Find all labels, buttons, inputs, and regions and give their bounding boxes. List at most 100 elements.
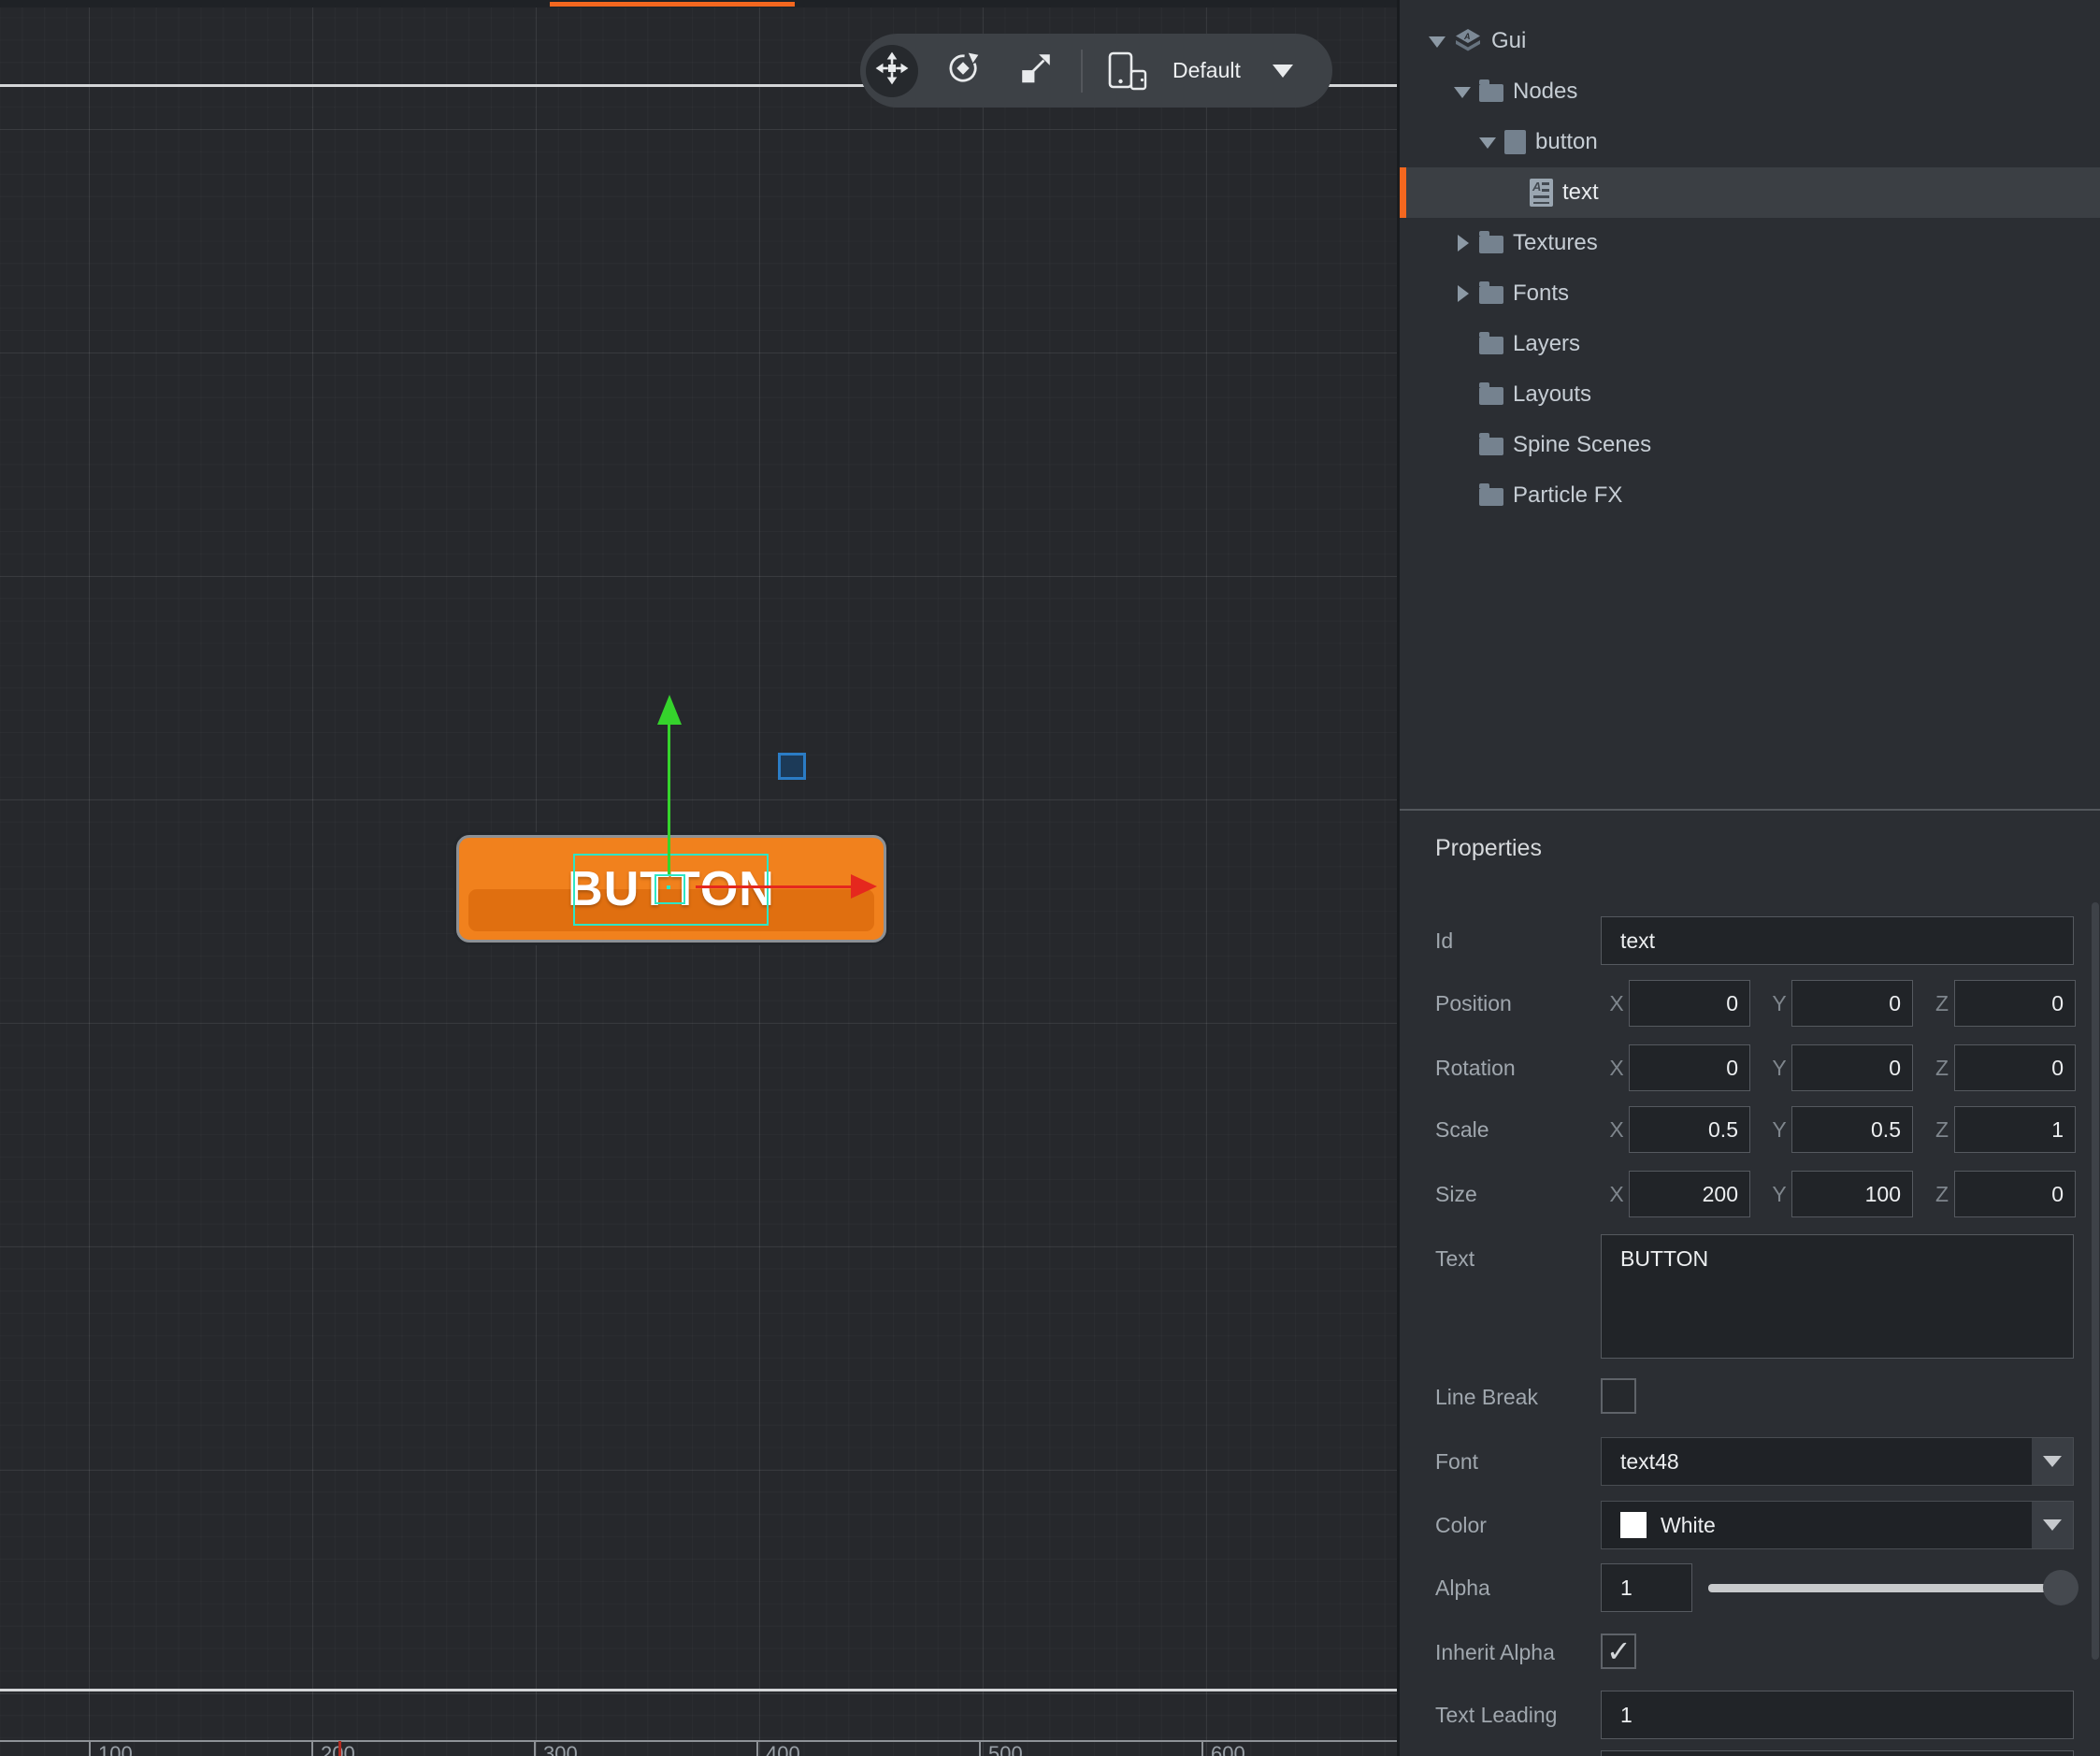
text-leading-input[interactable] <box>1601 1691 2074 1739</box>
rotation-label: Rotation <box>1435 1044 1516 1092</box>
axis-y-label: Y <box>1771 1056 1788 1081</box>
axis-z-label: Z <box>1934 1182 1950 1207</box>
ruler-tick <box>89 1741 91 1756</box>
alpha-slider-handle[interactable] <box>2043 1570 2078 1605</box>
outline-item-label: Layouts <box>1513 381 1591 408</box>
outline-item-button[interactable]: button <box>1400 117 2100 167</box>
size-y-input[interactable] <box>1791 1171 1913 1217</box>
outline-item-layers[interactable]: Layers <box>1400 319 2100 369</box>
layout-dropdown-caret[interactable] <box>1273 65 1293 78</box>
position-y-input[interactable] <box>1791 980 1913 1027</box>
expander-right-icon[interactable] <box>1453 233 1472 253</box>
outline-item-particle-fx[interactable]: Particle FX <box>1400 470 2100 521</box>
scale-tool-button[interactable] <box>1010 45 1062 97</box>
size-x-input[interactable] <box>1629 1171 1750 1217</box>
dropdown-arrow-button[interactable] <box>2032 1502 2073 1548</box>
ruler-label: 500 <box>988 1742 1023 1756</box>
line-break-checkbox[interactable] <box>1601 1378 1636 1414</box>
dropdown-arrow-button[interactable] <box>2032 1438 2073 1485</box>
outline-item-label: button <box>1535 129 1598 155</box>
rotation-x-input[interactable] <box>1629 1044 1750 1091</box>
move-gizmo-x-arrowhead[interactable] <box>851 874 877 899</box>
gui-bounds-bottom-line <box>0 1689 1400 1691</box>
color-dropdown[interactable]: White <box>1601 1501 2074 1549</box>
expander-right-icon[interactable] <box>1453 283 1472 304</box>
scale-label: Scale <box>1435 1105 1489 1154</box>
outline-item-layouts[interactable]: Layouts <box>1400 369 2100 420</box>
expander-down-icon[interactable] <box>1478 132 1497 152</box>
viewport-toolbar: Default <box>860 34 1332 108</box>
outline-item-label: Layers <box>1513 331 1580 357</box>
alpha-label: Alpha <box>1435 1563 1490 1612</box>
toolbar-divider <box>1081 50 1083 93</box>
panel-section-divider <box>1400 809 2100 811</box>
color-swatch <box>1620 1512 1647 1538</box>
move-icon <box>874 50 910 91</box>
font-dropdown-value: text48 <box>1620 1449 1679 1475</box>
outline-item-fonts[interactable]: Fonts <box>1400 268 2100 319</box>
rotate-icon <box>945 50 981 91</box>
font-dropdown[interactable]: text48 <box>1601 1437 2074 1486</box>
rotation-z-input[interactable] <box>1954 1044 2076 1091</box>
scale-x-input[interactable] <box>1629 1106 1750 1153</box>
property-row-color: Color White <box>1400 1501 2100 1549</box>
inherit-alpha-checkbox[interactable] <box>1601 1634 1636 1669</box>
ruler-tick <box>1201 1741 1203 1756</box>
ruler-tick <box>534 1741 536 1756</box>
right-panel: A Gui Nodes button text <box>1400 0 2100 1756</box>
folder-icon <box>1479 385 1503 405</box>
alpha-slider-track[interactable] <box>1708 1584 2069 1592</box>
ruler-label: 100 <box>98 1742 133 1756</box>
expander-down-icon[interactable] <box>1428 31 1446 51</box>
outline-item-textures[interactable]: Textures <box>1400 218 2100 268</box>
ruler-cursor-marker <box>338 1741 341 1756</box>
property-row-rotation: Rotation X Y Z <box>1400 1044 2100 1092</box>
property-row-position: Position X Y Z <box>1400 979 2100 1028</box>
move-gizmo-x-axis[interactable] <box>696 885 851 888</box>
alpha-input[interactable] <box>1601 1563 1692 1612</box>
axis-x-label: X <box>1608 991 1625 1016</box>
text-input[interactable]: BUTTON <box>1601 1234 2074 1359</box>
ruler-tick <box>311 1741 313 1756</box>
outline-item-label: Textures <box>1513 230 1598 256</box>
anchor-handle[interactable] <box>778 753 806 780</box>
position-label: Position <box>1435 979 1512 1028</box>
axis-y-label: Y <box>1771 991 1788 1016</box>
size-label: Size <box>1435 1170 1477 1218</box>
rotation-y-input[interactable] <box>1791 1044 1913 1091</box>
property-row-size: Size X Y Z <box>1400 1170 2100 1218</box>
folder-icon <box>1479 486 1503 506</box>
box-node-icon <box>1504 130 1526 154</box>
layout-selector-value[interactable]: Default <box>1172 58 1241 83</box>
scene-viewport[interactable]: BUTTON 100 200 300 400 500 600 <box>0 0 1400 1756</box>
position-z-input[interactable] <box>1954 980 2076 1027</box>
outline-item-nodes[interactable]: Nodes <box>1400 66 2100 117</box>
outline-tree: A Gui Nodes button text <box>1400 16 2100 521</box>
text-leading-label: Text Leading <box>1435 1691 1557 1739</box>
property-row-text-leading: Text Leading <box>1400 1691 2100 1739</box>
property-row-scale: Scale X Y Z <box>1400 1105 2100 1154</box>
text-node-icon <box>1530 179 1553 207</box>
outline-item-gui[interactable]: A Gui <box>1400 16 2100 66</box>
size-z-input[interactable] <box>1954 1171 2076 1217</box>
property-row-line-break: Line Break <box>1400 1378 2100 1416</box>
id-input[interactable] <box>1601 916 2074 965</box>
axis-x-label: X <box>1608 1182 1625 1207</box>
outline-item-text[interactable]: text <box>1400 167 2100 218</box>
scale-y-input[interactable] <box>1791 1106 1913 1153</box>
position-x-input[interactable] <box>1629 980 1750 1027</box>
svg-text:A: A <box>1463 32 1471 41</box>
move-gizmo-y-arrowhead[interactable] <box>657 695 682 725</box>
scale-z-input[interactable] <box>1954 1106 2076 1153</box>
move-gizmo-y-axis[interactable] <box>668 723 670 874</box>
scale-icon <box>1018 50 1054 91</box>
property-row-text: Text BUTTON <box>1400 1234 2100 1359</box>
move-tool-button[interactable] <box>866 45 918 97</box>
rotate-tool-button[interactable] <box>937 45 989 97</box>
expander-down-icon[interactable] <box>1453 81 1472 102</box>
outline-item-spine-scenes[interactable]: Spine Scenes <box>1400 420 2100 470</box>
axis-y-label: Y <box>1771 1117 1788 1143</box>
ruler-tick <box>979 1741 981 1756</box>
inherit-alpha-label: Inherit Alpha <box>1435 1634 1555 1671</box>
move-gizmo-center-handle[interactable] <box>654 874 685 904</box>
